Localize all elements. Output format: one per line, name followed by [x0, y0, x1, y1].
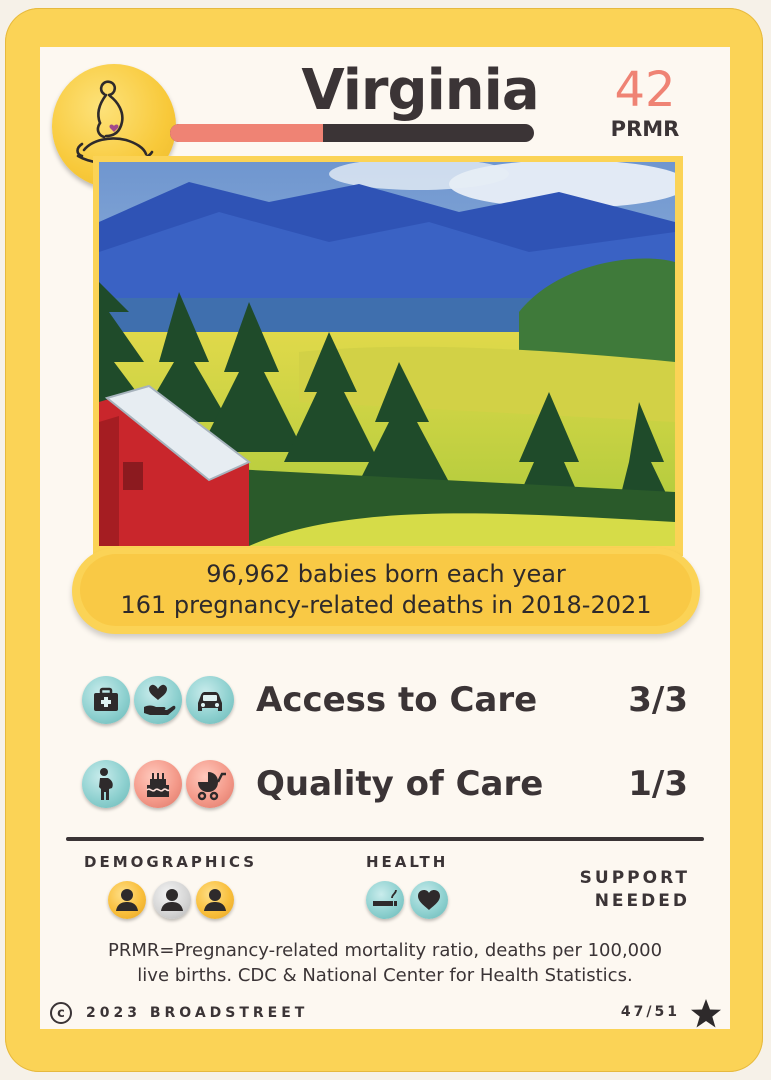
access-to-care-score: 3/3 — [628, 680, 688, 720]
quality-of-care-score: 1/3 — [628, 764, 688, 804]
heart-icon — [410, 881, 448, 919]
access-to-care-label: Access to Care — [256, 680, 538, 720]
births-stat: 96,962 babies born each year — [206, 560, 566, 588]
caring-hand-heart-icon — [134, 676, 182, 724]
prmr-bar-fill — [170, 124, 323, 142]
birthday-cake-icon — [134, 760, 182, 808]
section-divider — [66, 837, 704, 841]
state-title: Virginia — [301, 58, 539, 123]
person-icon — [108, 881, 146, 919]
support-line: SUPPORT — [579, 868, 690, 888]
support-needed-label: SUPPORT NEEDED — [540, 867, 690, 913]
footnote-line-1: PRMR=Pregnancy-related mortality ratio, … — [107, 940, 663, 961]
footnote-line-2: live births. CDC & National Center for H… — [137, 965, 633, 986]
car-icon — [186, 676, 234, 724]
footnote: PRMR=Pregnancy-related mortality ratio, … — [60, 938, 710, 988]
copyright-line: c 2023 BROADSTREET — [50, 1002, 308, 1024]
person-icon — [196, 881, 234, 919]
prmr-label: PRMR — [610, 117, 680, 141]
quality-of-care-label: Quality of Care — [256, 764, 544, 804]
person-icon — [153, 881, 191, 919]
health-label: HEALTH — [366, 853, 449, 871]
star-icon — [688, 996, 724, 1032]
landscape-illustration — [99, 162, 675, 546]
card-number: 47/51 — [620, 1004, 680, 1020]
copyright-text: 2023 BROADSTREET — [86, 1005, 309, 1021]
prmr-value: 42 — [614, 62, 676, 118]
needed-line: NEEDED — [594, 891, 690, 911]
cigarette-icon — [366, 881, 404, 919]
pregnant-person-icon — [82, 760, 130, 808]
deaths-stat: 161 pregnancy-related deaths in 2018-202… — [120, 591, 652, 619]
copyright-icon: c — [50, 1002, 72, 1024]
stats-banner: 96,962 babies born each year 161 pregnan… — [72, 548, 700, 634]
first-aid-kit-icon — [82, 676, 130, 724]
demographics-label: DEMOGRAPHICS — [84, 853, 258, 871]
baby-stroller-icon — [186, 760, 234, 808]
